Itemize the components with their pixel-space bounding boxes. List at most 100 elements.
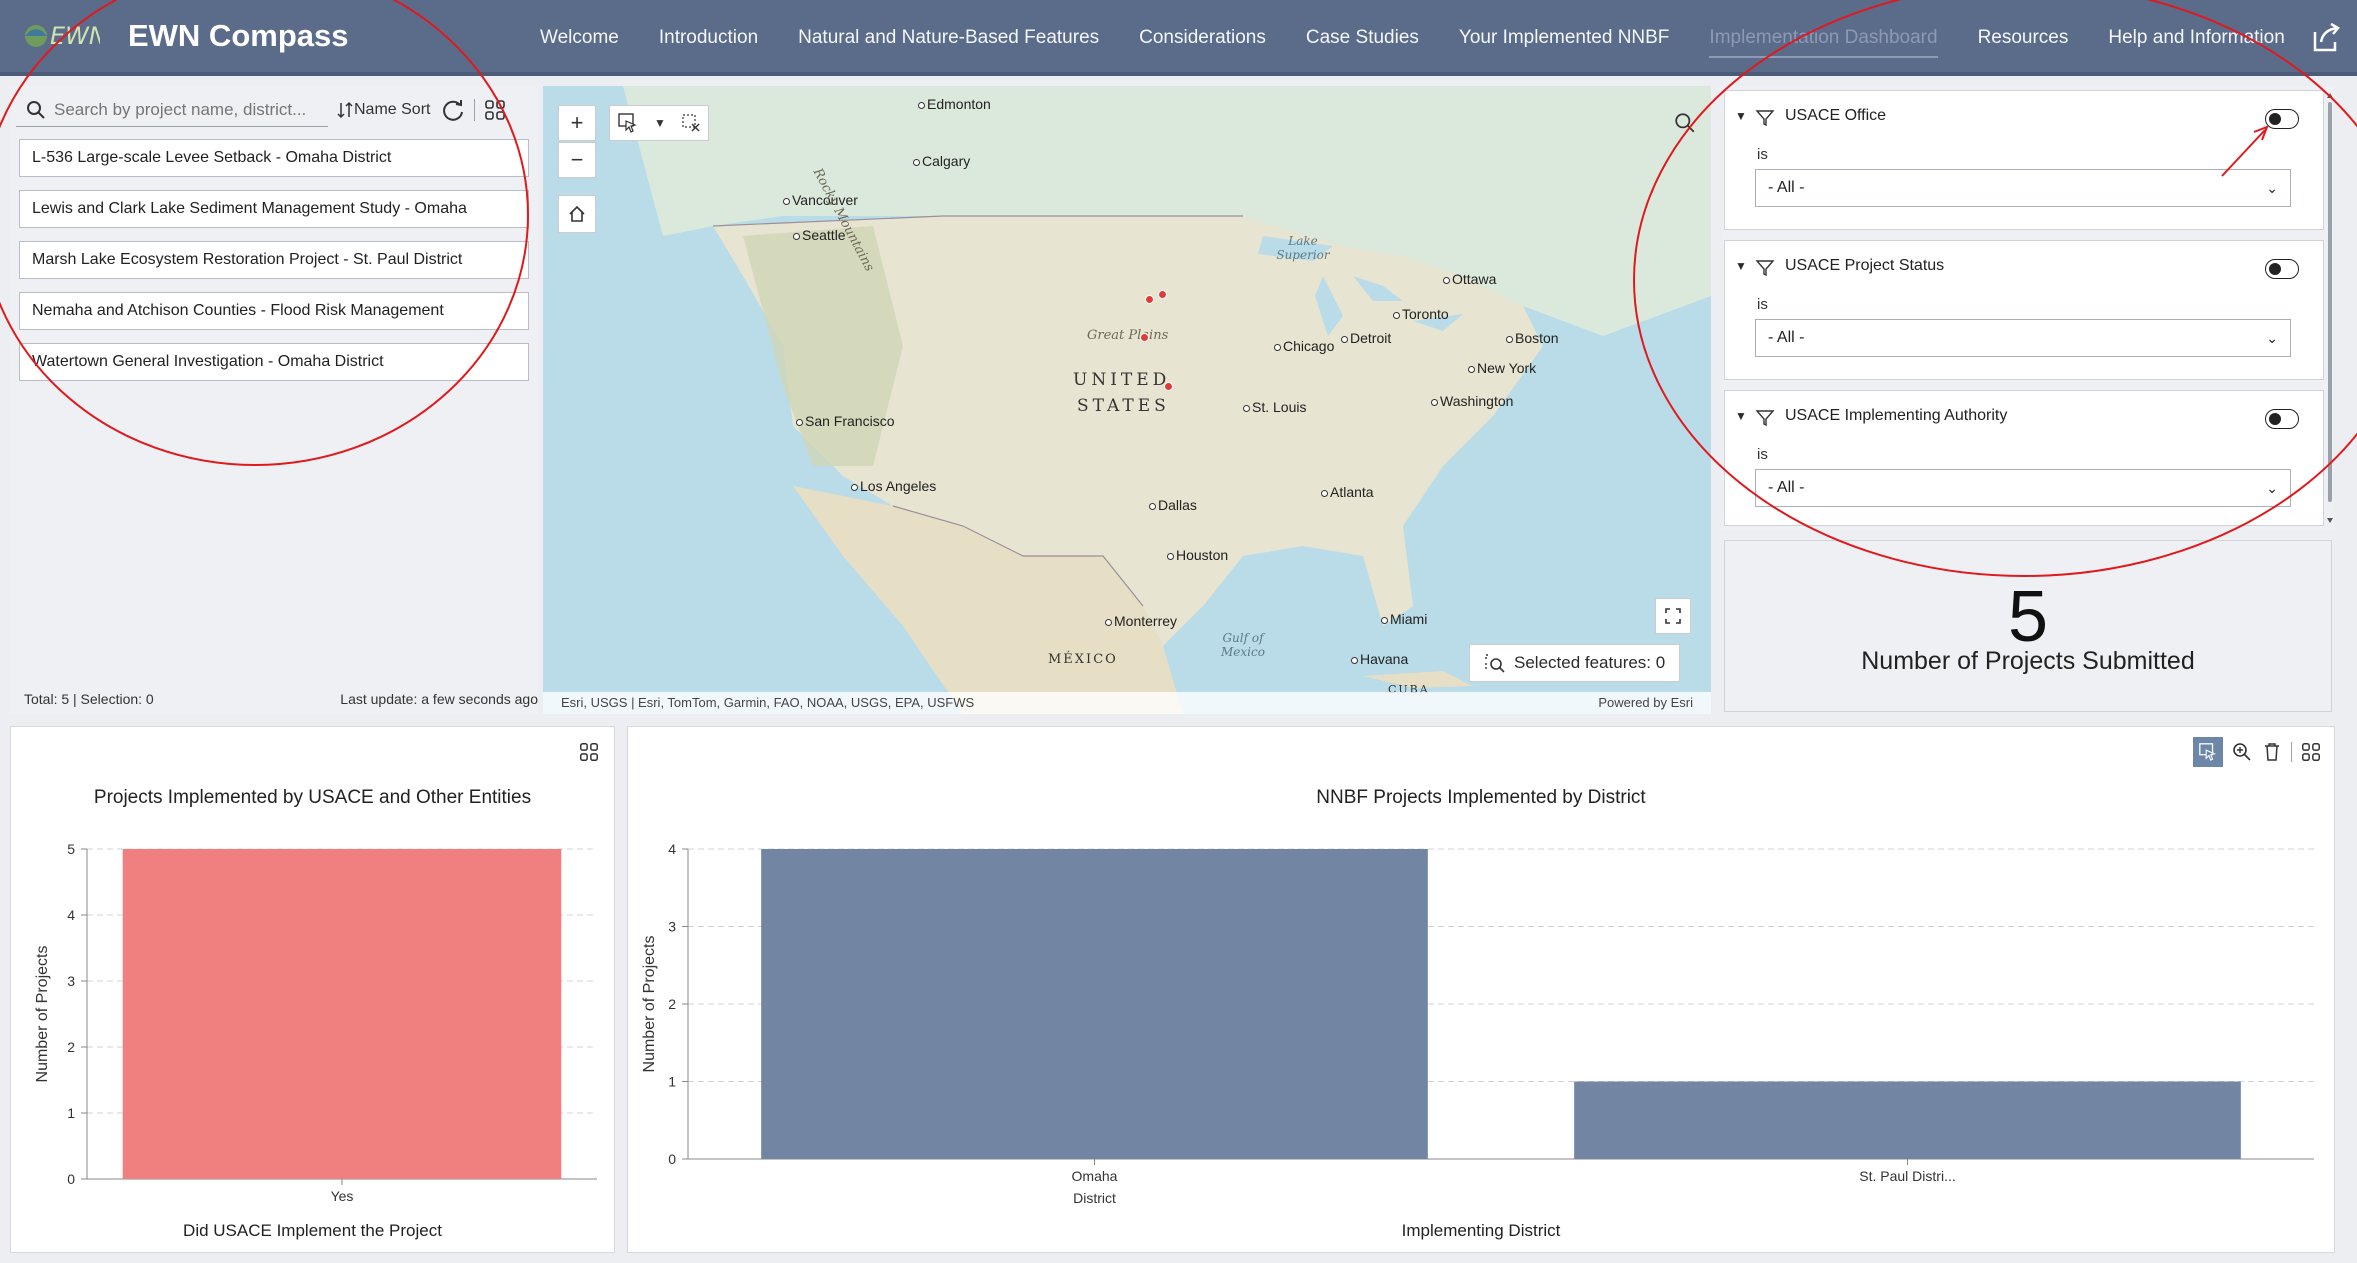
y-tick-label: 0 [668,1151,676,1167]
map-city-label: Miami [1381,611,1427,627]
filter-select-value: - All - [1768,329,1805,346]
powered-by-esri[interactable]: Powered by Esri [1598,692,1693,714]
kpi-value: 5 [2007,577,2049,657]
y-tick-label: 2 [668,996,676,1012]
project-marker[interactable] [1164,382,1173,391]
nav-item-welcome[interactable]: Welcome [520,0,639,76]
filter-icon [1755,260,1775,277]
y-tick-label: 4 [67,907,75,923]
map-city-label: St. Louis [1243,399,1306,415]
home-button[interactable] [558,195,596,233]
fullscreen-button[interactable] [1655,598,1691,634]
chevron-down-icon: ⌄ [2266,180,2278,196]
list-item[interactable]: Marsh Lake Ecosystem Restoration Project… [19,241,529,279]
share-icon[interactable] [2307,20,2343,56]
map-city-label: Atlanta [1321,484,1374,500]
list-total-status: Total: 5 | Selection: 0 [24,691,154,707]
zoom-out-button[interactable]: − [558,142,596,178]
plus-icon: + [570,110,584,135]
x-tick-label: District [1073,1190,1116,1206]
chart-bar [761,849,1428,1159]
nav-item-introduction[interactable]: Introduction [639,0,778,76]
selected-features-button[interactable]: Selected features: 0 [1469,644,1681,682]
minus-icon: − [570,147,584,172]
map-city-label: Seattle [793,227,846,243]
chart-bar [122,849,562,1179]
nav-item-your-implemented-nnbf[interactable]: Your Implemented NNBF [1439,0,1690,76]
ewn-logo[interactable]: EWN [20,14,100,60]
y-tick-label: 5 [67,841,75,857]
map-city-label: Monterrey [1105,613,1177,629]
collapse-caret-icon[interactable]: ▼ [1735,259,1747,273]
chart-y-axis-label: Number of Projects [641,936,658,1073]
filter-select-value: - All - [1768,179,1805,196]
nav-item-case-studies[interactable]: Case Studies [1286,0,1439,76]
map-city-label: Boston [1506,330,1559,346]
search-icon [27,100,45,119]
map-city-label: Washington [1431,393,1513,409]
list-item[interactable]: Watertown General Investigation - Omaha … [19,343,529,381]
filter-title: USACE Project Status [1785,257,1945,274]
project-marker[interactable] [1145,295,1154,304]
filter-title: USACE Office [1785,107,1887,124]
filter-operator: is [1757,146,1768,163]
map-view[interactable]: Edmonton Calgary Vancouver Seattle Ottaw… [543,86,1711,714]
selection-tools[interactable]: ▼ [609,105,709,141]
attribution-text: Esri, USGS | Esri, TomTom, Garmin, FAO, … [561,695,975,710]
map-search-button[interactable] [1666,105,1704,141]
filter-select[interactable]: - All - ⌄ [1755,319,2291,357]
map-city-label: Toronto [1393,306,1449,322]
filter-toggle[interactable] [2265,109,2299,129]
y-tick-label: 1 [67,1105,75,1121]
collapse-caret-icon[interactable]: ▼ [1735,409,1747,423]
nav-item-considerations[interactable]: Considerations [1119,0,1286,76]
nav-item-natural-and-nature-based-features[interactable]: Natural and Nature-Based Features [778,0,1119,76]
filter-operator: is [1757,446,1768,463]
map-country-label: STATES [1077,396,1170,416]
list-item[interactable]: Lewis and Clark Lake Sediment Management… [19,190,529,228]
y-tick-label: 4 [668,841,676,857]
chevron-down-icon: ⌄ [2266,330,2278,346]
map-city-label: Calgary [913,153,970,169]
map-attribution: Esri, USGS | Esri, TomTom, Garmin, FAO, … [543,692,1711,714]
filters-panel: ▼ USACE Office is - All - ⌄ ▼ USACE Proje… [1722,86,2334,530]
list-item[interactable]: L-536 Large-scale Levee Setback - Omaha … [19,139,529,177]
list-item[interactable]: Nemaha and Atchison Counties - Flood Ris… [19,292,529,330]
map-country-label: UNITED [1073,370,1171,390]
filter-select[interactable]: - All - ⌄ [1755,169,2291,207]
home-icon [569,205,585,222]
filter-select[interactable]: - All - ⌄ [1755,469,2291,507]
chart-plot: 0 1 2 3 4 5 Yes Number of Projects [34,841,597,1204]
refresh-icon[interactable] [440,97,466,123]
map-water-label: Gulf of Mexico [1221,631,1265,659]
fullscreen-icon [1665,608,1681,624]
search-icon [1675,113,1695,133]
sort-button[interactable]: Name Sort [336,101,430,119]
list-last-update: Last update: a few seconds ago [340,691,538,707]
filter-select-value: - All - [1768,479,1805,496]
filter-title: USACE Implementing Authority [1785,407,2008,424]
grid-view-icon[interactable] [483,98,507,122]
project-marker[interactable] [1140,333,1149,342]
filter-toggle[interactable] [2265,409,2299,429]
zoom-to-selection-icon [1485,654,1505,673]
search-input[interactable] [54,99,314,120]
svg-text:EWN: EWN [50,22,100,50]
map-city-label: Dallas [1149,497,1197,513]
filter-card-implementing-authority: ▼ USACE Implementing Authority is - All … [1724,390,2324,526]
map-city-label: Detroit [1341,330,1391,346]
map-city-label: Ottawa [1443,271,1496,287]
nav-item-implementation-dashboard[interactable]: Implementation Dashboard [1689,0,1957,76]
collapse-caret-icon[interactable]: ▼ [1735,109,1747,123]
filters-scrollbar[interactable] [2326,92,2334,524]
map-city-label: Edmonton [918,96,991,112]
map-city-label: Havana [1351,651,1408,667]
project-marker[interactable] [1158,290,1167,299]
kpi-label: Number of Projects Submitted [1861,647,2195,675]
zoom-in-button[interactable]: + [558,105,596,141]
filter-toggle[interactable] [2265,259,2299,279]
y-tick-label: 0 [67,1171,75,1187]
nav-item-help-and-information[interactable]: Help and Information [2088,0,2304,76]
nav-item-resources[interactable]: Resources [1958,0,2089,76]
y-tick-label: 3 [668,919,676,935]
